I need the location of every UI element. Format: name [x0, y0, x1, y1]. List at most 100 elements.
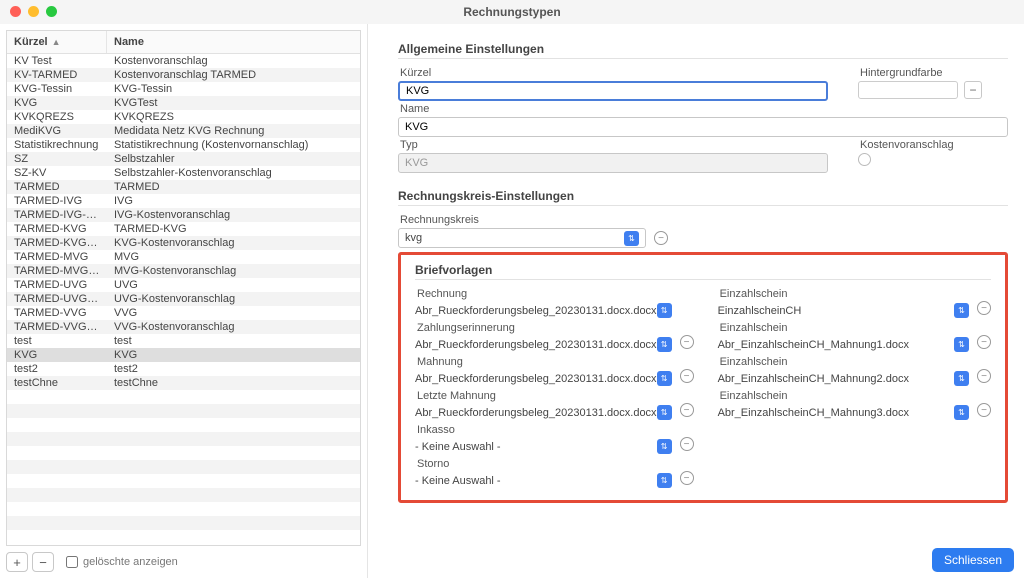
table-row[interactable]: KVGKVG [7, 348, 360, 362]
table-row[interactable]: TARMED-KVGTARMED-KVG [7, 222, 360, 236]
zahlung-clear-button[interactable]: − [680, 335, 694, 349]
kostenvoranschlag-label: Kostenvoranschlag [858, 139, 1008, 151]
add-button[interactable]: + [6, 552, 28, 572]
show-deleted-checkbox[interactable]: gelöschte anzeigen [66, 556, 178, 568]
ez2-clear-button[interactable]: − [977, 335, 991, 349]
ez3-clear-button[interactable]: − [977, 369, 991, 383]
cell-name: UVG [107, 279, 360, 291]
type-table: Kürzel▲ Name KV TestKostenvoranschlagKV-… [6, 30, 361, 546]
rechnungskreis-clear-button[interactable]: − [654, 231, 668, 245]
maximize-window-icon[interactable] [46, 6, 57, 17]
storno-combo[interactable]: - Keine Auswahl -⇅ [415, 473, 672, 488]
table-row[interactable] [7, 474, 360, 488]
table-row[interactable] [7, 446, 360, 460]
col-kuerzel[interactable]: Kürzel▲ [7, 31, 107, 53]
table-row[interactable]: KV TestKostenvoranschlag [7, 54, 360, 68]
left-panel: Kürzel▲ Name KV TestKostenvoranschlagKV-… [0, 24, 368, 578]
table-row[interactable]: test2test2 [7, 362, 360, 376]
window-controls [10, 6, 57, 17]
cell-name: testChne [107, 377, 360, 389]
cell-kuerzel: testChne [7, 377, 107, 389]
table-row[interactable] [7, 390, 360, 404]
ez3-combo[interactable]: Abr_EinzahlscheinCH_Mahnung2.docx⇅ [718, 371, 969, 386]
rechnungskreis-label: Rechnungskreis [398, 214, 668, 226]
table-row[interactable]: TARMED-IVGIVG [7, 194, 360, 208]
mahnung-clear-button[interactable]: − [680, 369, 694, 383]
minimize-window-icon[interactable] [28, 6, 39, 17]
table-row[interactable] [7, 432, 360, 446]
table-row[interactable]: TARMED-IVG-KVIVG-Kostenvoranschlag [7, 208, 360, 222]
table-row[interactable] [7, 460, 360, 474]
cell-kuerzel: TARMED-IVG-KV [7, 209, 107, 221]
bg-color-clear-button[interactable]: − [964, 81, 982, 99]
cell-kuerzel: TARMED-VVG-KV [7, 321, 107, 333]
brief-section-title: Briefvorlagen [415, 263, 991, 277]
ez4-clear-button[interactable]: − [977, 403, 991, 417]
table-row[interactable]: TARMEDTARMED [7, 180, 360, 194]
table-row[interactable]: MediKVGMedidata Netz KVG Rechnung [7, 124, 360, 138]
ez4-combo[interactable]: Abr_EinzahlscheinCH_Mahnung3.docx⇅ [718, 405, 969, 420]
table-row[interactable]: TARMED-VVG-KVVVG-Kostenvoranschlag [7, 320, 360, 334]
table-row[interactable]: testtest [7, 334, 360, 348]
remove-button[interactable]: − [32, 552, 54, 572]
cell-name: Kostenvoranschlag [107, 55, 360, 67]
inkasso-clear-button[interactable]: − [680, 437, 694, 451]
cell-name: KVG-Tessin [107, 83, 360, 95]
cell-kuerzel: TARMED-UVG-KV [7, 293, 107, 305]
table-row[interactable]: KVKQREZSKVKQREZS [7, 110, 360, 124]
table-row[interactable]: TARMED-MVGMVG [7, 250, 360, 264]
table-row[interactable]: TARMED-MVG-KVMVG-Kostenvoranschlag [7, 264, 360, 278]
table-row[interactable]: KVGKVGTest [7, 96, 360, 110]
zahlung-combo[interactable]: Abr_Rueckforderungsbeleg_20230131.docx.d… [415, 337, 672, 352]
cell-name: VVG-Kostenvoranschlag [107, 321, 360, 333]
inkasso-combo[interactable]: - Keine Auswahl -⇅ [415, 439, 672, 454]
table-row[interactable]: KV-TARMEDKostenvoranschlag TARMED [7, 68, 360, 82]
storno-clear-button[interactable]: − [680, 471, 694, 485]
ez2-combo[interactable]: Abr_EinzahlscheinCH_Mahnung1.docx⇅ [718, 337, 969, 352]
mahnung-combo[interactable]: Abr_Rueckforderungsbeleg_20230131.docx.d… [415, 371, 672, 386]
cell-kuerzel: TARMED-KVG-KV [7, 237, 107, 249]
sort-asc-icon: ▲ [52, 37, 61, 47]
table-row[interactable] [7, 418, 360, 432]
bg-color-swatch[interactable] [858, 81, 958, 99]
cell-name: UVG-Kostenvoranschlag [107, 293, 360, 305]
titlebar: Rechnungstypen [0, 0, 1024, 24]
table-row[interactable]: TARMED-UVG-KVUVG-Kostenvoranschlag [7, 292, 360, 306]
cell-kuerzel: TARMED-MVG [7, 251, 107, 263]
table-row[interactable] [7, 516, 360, 530]
table-row[interactable]: TARMED-VVGVVG [7, 306, 360, 320]
cell-name: MVG [107, 251, 360, 263]
cell-name: Medidata Netz KVG Rechnung [107, 125, 360, 137]
window-title: Rechnungstypen [463, 5, 560, 19]
kuerzel-input[interactable] [398, 81, 828, 101]
table-row[interactable]: TARMED-KVG-KVKVG-Kostenvoranschlag [7, 236, 360, 250]
rechnung-combo[interactable]: Abr_Rueckforderungsbeleg_20230131.docx.d… [415, 303, 672, 318]
mahnung-label: Mahnung [415, 356, 694, 368]
cell-kuerzel: test [7, 335, 107, 347]
close-button[interactable]: Schliessen [932, 548, 1014, 572]
letzte-combo[interactable]: Abr_Rueckforderungsbeleg_20230131.docx.d… [415, 405, 672, 420]
ez1-combo[interactable]: EinzahlscheinCH⇅ [718, 303, 969, 318]
table-row[interactable] [7, 502, 360, 516]
table-row[interactable] [7, 488, 360, 502]
table-row[interactable]: SZ-KVSelbstzahler-Kostenvoranschlag [7, 166, 360, 180]
cell-name: KVG-Kostenvoranschlag [107, 237, 360, 249]
table-row[interactable]: testChnetestChne [7, 376, 360, 390]
table-row[interactable]: SZSelbstzahler [7, 152, 360, 166]
col-name[interactable]: Name [107, 31, 360, 53]
kostenvoranschlag-radio[interactable] [858, 153, 871, 166]
name-input[interactable] [398, 117, 1008, 137]
general-section-title: Allgemeine Einstellungen [398, 42, 1008, 56]
ez1-label: Einzahlschein [718, 288, 991, 300]
rechnungskreis-combo[interactable]: kvg⇅ [398, 228, 646, 248]
table-row[interactable] [7, 404, 360, 418]
close-window-icon[interactable] [10, 6, 21, 17]
briefvorlagen-box: Briefvorlagen RechnungAbr_Rueckforderung… [398, 252, 1008, 503]
table-row[interactable]: TARMED-UVGUVG [7, 278, 360, 292]
table-row[interactable]: StatistikrechnungStatistikrechnung (Kost… [7, 138, 360, 152]
ez1-clear-button[interactable]: − [977, 301, 991, 315]
table-row[interactable]: KVG-TessinKVG-Tessin [7, 82, 360, 96]
letzte-clear-button[interactable]: − [680, 403, 694, 417]
storno-label: Storno [415, 458, 694, 470]
cell-name: KVG [107, 349, 360, 361]
